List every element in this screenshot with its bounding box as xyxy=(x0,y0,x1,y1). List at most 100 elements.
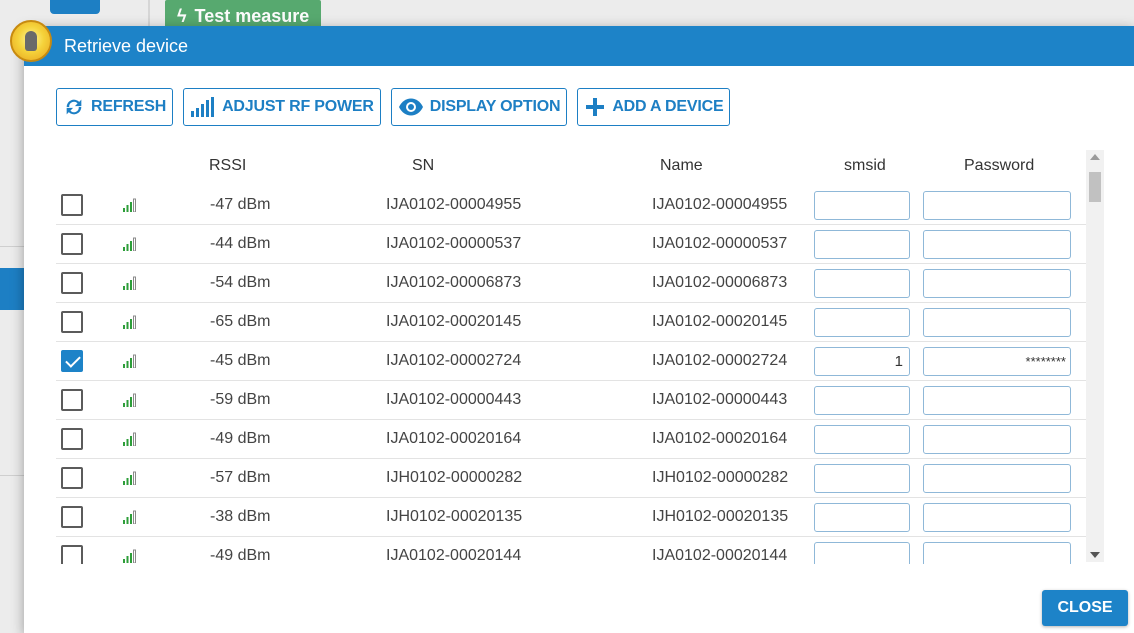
name-value: IJH0102-00020135 xyxy=(652,508,789,525)
smsid-input[interactable] xyxy=(814,542,910,564)
signal-strength-icon xyxy=(123,276,136,290)
row-checkbox[interactable] xyxy=(61,506,83,528)
adjust-rf-power-button[interactable]: ADJUST RF POWER xyxy=(183,88,381,126)
table-row: -49 dBm IJA0102-00020164 IJA0102-00020164 xyxy=(56,420,1086,459)
row-checkbox[interactable] xyxy=(61,194,83,216)
sn-value: IJA0102-00020144 xyxy=(386,547,522,564)
table-row: -47 dBm IJA0102-00004955 IJA0102-00004955 xyxy=(56,186,1086,225)
sn-value: IJA0102-00000443 xyxy=(386,391,522,408)
dialog-title: Retrieve device xyxy=(64,36,189,56)
name-value: IJA0102-00020164 xyxy=(652,430,788,447)
password-input[interactable] xyxy=(923,230,1071,259)
scroll-up-arrow-icon[interactable] xyxy=(1090,154,1100,160)
signal-strength-icon xyxy=(123,432,136,446)
row-checkbox[interactable] xyxy=(61,545,83,564)
signal-strength-icon xyxy=(123,510,136,524)
smsid-input[interactable] xyxy=(814,386,910,415)
row-checkbox[interactable] xyxy=(61,272,83,294)
app-logo-icon xyxy=(10,20,52,62)
table-row: -38 dBm IJH0102-00020135 IJH0102-00020135 xyxy=(56,498,1086,537)
scroll-down-arrow-icon[interactable] xyxy=(1090,552,1100,558)
row-checkbox[interactable] xyxy=(61,467,83,489)
device-table: RSSI SN Name smsid Password -47 dBm IJA01… xyxy=(56,146,1086,564)
adjust-rf-power-label: ADJUST RF POWER xyxy=(222,98,374,115)
sn-value: IJH0102-00000282 xyxy=(386,469,523,486)
signal-strength-icon xyxy=(123,549,136,563)
refresh-icon xyxy=(66,99,82,115)
signal-strength-icon xyxy=(123,198,136,212)
sn-value: IJA0102-00002724 xyxy=(386,352,522,369)
refresh-label: REFRESH xyxy=(91,98,167,115)
sn-value: IJA0102-00000537 xyxy=(386,235,522,252)
column-header-smsid: smsid xyxy=(844,157,886,174)
smsid-input[interactable] xyxy=(814,503,910,532)
rssi-value: -65 dBm xyxy=(210,313,271,330)
close-button[interactable]: CLOSE xyxy=(1042,590,1128,626)
name-value: IJA0102-00000443 xyxy=(652,391,788,408)
refresh-button[interactable]: REFRESH xyxy=(56,88,174,126)
row-checkbox[interactable] xyxy=(61,350,83,372)
smsid-input[interactable] xyxy=(814,464,910,493)
table-row: -44 dBm IJA0102-00000537 IJA0102-00000537 xyxy=(56,225,1086,264)
rssi-value: -49 dBm xyxy=(210,547,271,564)
table-row: -57 dBm IJH0102-00000282 IJH0102-00000282 xyxy=(56,459,1086,498)
signal-strength-icon xyxy=(123,315,136,329)
signal-strength-icon xyxy=(123,393,136,407)
rssi-value: -45 dBm xyxy=(210,352,271,369)
display-option-label: DISPLAY OPTION xyxy=(429,98,561,115)
rssi-value: -49 dBm xyxy=(210,430,271,447)
signal-strength-icon xyxy=(123,471,136,485)
name-value: IJA0102-00004955 xyxy=(652,196,788,213)
rssi-value: -47 dBm xyxy=(210,196,271,213)
rssi-value: -57 dBm xyxy=(210,469,271,486)
password-input[interactable] xyxy=(923,542,1071,564)
row-checkbox[interactable] xyxy=(61,311,83,333)
plus-icon xyxy=(586,98,605,116)
rssi-value: -54 dBm xyxy=(210,274,271,291)
add-device-button[interactable]: ADD A DEVICE xyxy=(577,88,731,126)
background-tab-button xyxy=(50,0,100,14)
password-input[interactable] xyxy=(923,269,1071,298)
smsid-input[interactable] xyxy=(814,308,910,337)
password-input[interactable] xyxy=(923,464,1071,493)
sn-value: IJA0102-00020164 xyxy=(386,430,522,447)
smsid-input[interactable] xyxy=(814,347,910,376)
display-option-button[interactable]: DISPLAY OPTION xyxy=(390,88,568,126)
name-value: IJA0102-00020144 xyxy=(652,547,788,564)
table-row: -45 dBm IJA0102-00002724 IJA0102-00002724 xyxy=(56,342,1086,381)
smsid-input[interactable] xyxy=(814,269,910,298)
table-row: -49 dBm IJA0102-00020144 IJA0102-00020144 xyxy=(56,537,1086,564)
name-value: IJH0102-00000282 xyxy=(652,469,789,486)
password-input[interactable] xyxy=(923,347,1071,376)
retrieve-device-dialog: Retrieve device REFRESH ADJUST RF POWER … xyxy=(10,20,1134,633)
password-input[interactable] xyxy=(923,503,1071,532)
add-device-label: ADD A DEVICE xyxy=(612,98,724,115)
password-input[interactable] xyxy=(923,425,1071,454)
password-input[interactable] xyxy=(923,308,1071,337)
signal-bars-icon xyxy=(191,97,215,117)
name-value: IJA0102-00002724 xyxy=(652,352,788,369)
table-scrollbar[interactable] xyxy=(1086,150,1104,562)
smsid-input[interactable] xyxy=(814,425,910,454)
column-header-password: Password xyxy=(964,157,1035,174)
row-checkbox[interactable] xyxy=(61,389,83,411)
sn-value: IJA0102-00006873 xyxy=(386,274,522,291)
smsid-input[interactable] xyxy=(814,230,910,259)
column-header-sn: SN xyxy=(412,157,435,174)
table-row: -65 dBm IJA0102-00020145 IJA0102-00020145 xyxy=(56,303,1086,342)
password-input[interactable] xyxy=(923,386,1071,415)
table-body: -47 dBm IJA0102-00004955 IJA0102-00004955-… xyxy=(56,186,1086,564)
test-measure-label: Test measure xyxy=(194,6,310,26)
row-checkbox[interactable] xyxy=(61,428,83,450)
rssi-value: -44 dBm xyxy=(210,235,271,252)
signal-strength-icon xyxy=(123,237,136,251)
name-value: IJA0102-00000537 xyxy=(652,235,788,252)
scroll-thumb[interactable] xyxy=(1089,172,1101,202)
sn-value: IJA0102-00020145 xyxy=(386,313,522,330)
table-row: -54 dBm IJA0102-00006873 IJA0102-00006873 xyxy=(56,264,1086,303)
name-value: IJA0102-00020145 xyxy=(652,313,788,330)
password-input[interactable] xyxy=(923,191,1071,220)
smsid-input[interactable] xyxy=(814,191,910,220)
column-header-name: Name xyxy=(660,157,703,174)
row-checkbox[interactable] xyxy=(61,233,83,255)
